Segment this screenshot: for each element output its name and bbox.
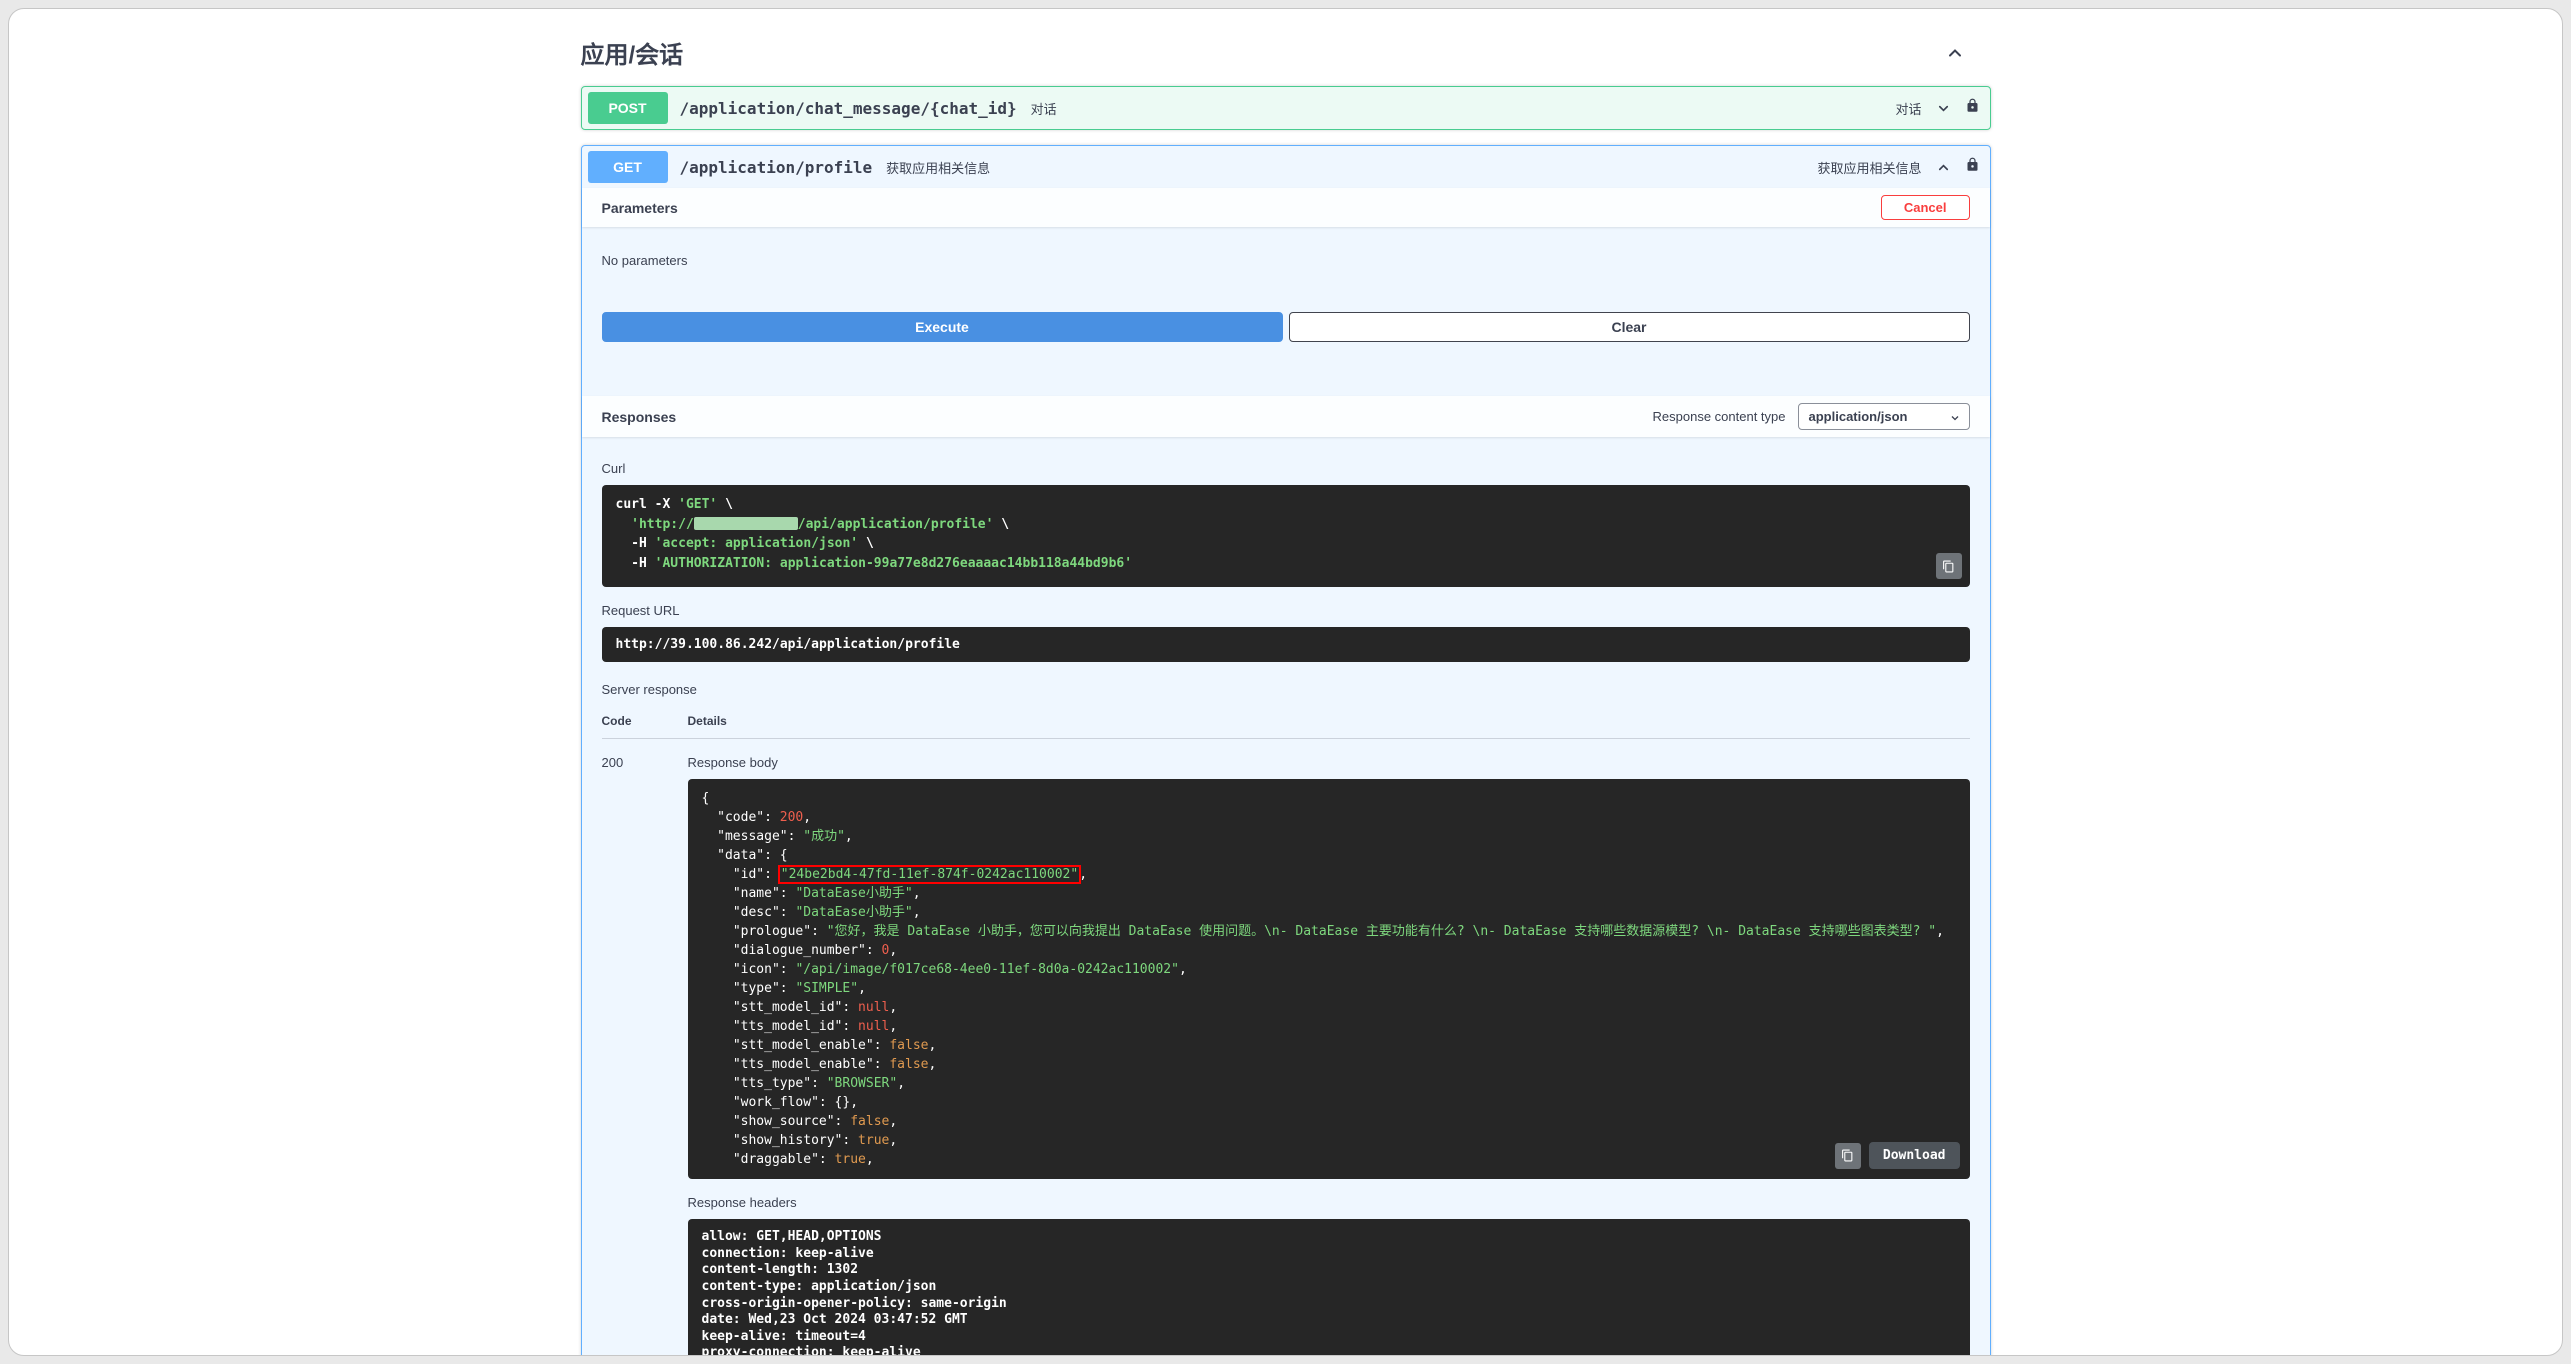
- chevron-down-icon: [1949, 412, 1961, 427]
- table-row: 200 Response body { "code": 200, "messag…: [601, 739, 1970, 1356]
- api-docs-container: 应用/会话 POST /application/chat_message/{ch…: [580, 9, 1991, 1356]
- swagger-page: 应用/会话 POST /application/chat_message/{ch…: [8, 8, 2563, 1356]
- table-header-row: Code Details: [601, 706, 1970, 739]
- get-operation-body: Parameters Cancel No parameters Execute …: [581, 188, 1990, 1356]
- response-body-label: Response body: [687, 755, 778, 770]
- copy-icon[interactable]: [1935, 553, 1962, 579]
- get-path: /application/profile: [679, 157, 873, 177]
- execute-button[interactable]: Execute: [601, 312, 1283, 342]
- copy-icon[interactable]: [1834, 1142, 1861, 1169]
- response-headers-text: allow: GET,HEAD,OPTIONS connection: keep-…: [701, 1229, 1007, 1356]
- server-response-label: Server response: [601, 682, 697, 697]
- download-button[interactable]: Download: [1868, 1142, 1960, 1169]
- response-body-json: { "code": 200, "message": "成功", "data": …: [701, 791, 1944, 1167]
- lock-icon[interactable]: [1965, 157, 1980, 177]
- curl-command-text: curl -X 'GET' \ 'http:///api/application…: [615, 497, 1133, 571]
- request-url-label: Request URL: [601, 603, 680, 618]
- content-type-label: Response content type: [1652, 409, 1786, 424]
- response-headers-block: allow: GET,HEAD,OPTIONS connection: keep-…: [687, 1219, 1970, 1356]
- tag-title: 应用/会话: [580, 42, 684, 69]
- server-response-table: Code Details 200 Response body { "code":…: [601, 706, 1970, 1356]
- responses-title: Responses: [601, 408, 677, 425]
- opblock-get-profile: GET /application/profile 获取应用相关信息 获取应用相关…: [580, 145, 1991, 1356]
- response-details: Response body { "code": 200, "message": …: [687, 753, 1970, 1356]
- get-method-badge: GET: [587, 151, 668, 183]
- chevron-down-icon[interactable]: [1936, 101, 1951, 116]
- post-path: /application/chat_message/{chat_id}: [679, 98, 1017, 118]
- curl-code-block: curl -X 'GET' \ 'http:///api/application…: [601, 485, 1970, 587]
- get-operation-link[interactable]: 获取应用相关信息: [1817, 158, 1921, 177]
- lock-icon[interactable]: [1965, 98, 1980, 118]
- post-summary-text: 对话: [1030, 101, 1057, 117]
- responses-body: Curl curl -X 'GET' \ 'http:///api/applic…: [582, 437, 1990, 1356]
- response-body-actions: Download: [1834, 1142, 1960, 1169]
- no-parameters-text: No parameters: [601, 253, 688, 268]
- get-summary-row[interactable]: GET /application/profile 获取应用相关信息 获取应用相关…: [582, 146, 1990, 188]
- content-type-value: application/json: [1808, 409, 1908, 424]
- opblock-post-chat-message: POST /application/chat_message/{chat_id}…: [580, 86, 1991, 130]
- post-operation-link[interactable]: 对话: [1895, 99, 1921, 118]
- post-summary-row[interactable]: POST /application/chat_message/{chat_id}…: [582, 87, 1990, 129]
- parameters-title: Parameters: [601, 199, 678, 216]
- response-content-type-select[interactable]: application/json: [1797, 403, 1970, 430]
- response-body-block[interactable]: { "code": 200, "message": "成功", "data": …: [687, 779, 1970, 1179]
- status-code: 200: [601, 755, 624, 770]
- parameters-header: Parameters Cancel: [581, 188, 1990, 227]
- get-summary-text: 获取应用相关信息: [886, 160, 991, 176]
- curl-label: Curl: [601, 461, 626, 476]
- response-content-type: Response content type application/json: [1653, 403, 1970, 430]
- responses-header: Responses Response content type applicat…: [581, 396, 1990, 437]
- request-url-value: http://39.100.86.242/api/application/pro…: [615, 637, 960, 652]
- details-column-header: Details: [687, 714, 727, 728]
- clear-button[interactable]: Clear: [1288, 312, 1970, 342]
- code-column-header: Code: [601, 714, 632, 728]
- execute-wrapper: Execute Clear: [582, 312, 1990, 362]
- request-url-block: http://39.100.86.242/api/application/pro…: [601, 627, 1970, 662]
- response-headers-label: Response headers: [687, 1195, 797, 1210]
- post-method-badge: POST: [587, 92, 668, 124]
- chevron-up-icon[interactable]: [1936, 160, 1951, 175]
- cancel-button[interactable]: Cancel: [1880, 195, 1970, 220]
- tag-section-header[interactable]: 应用/会话: [581, 23, 1991, 86]
- chevron-up-icon[interactable]: [1945, 43, 1965, 63]
